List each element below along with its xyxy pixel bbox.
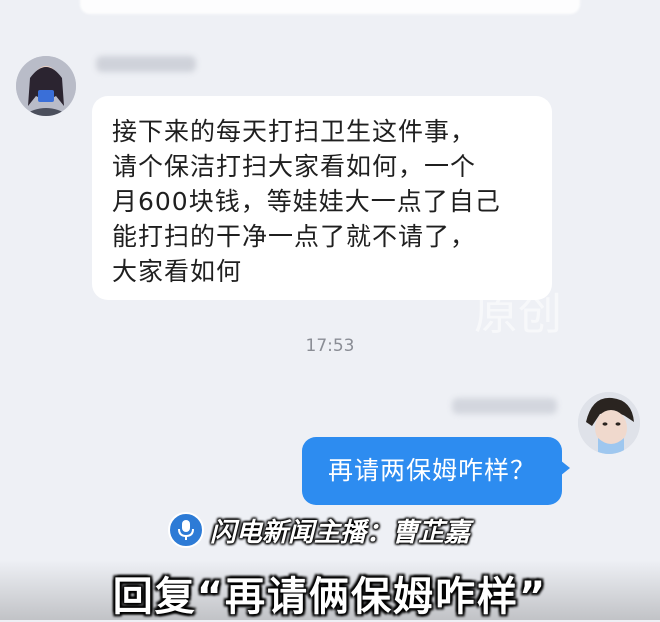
microphone-icon: [168, 512, 204, 548]
watermark-large-text: 原创: [474, 289, 562, 340]
outgoing-message-bubble[interactable]: 再请两保姆咋样？: [302, 437, 562, 505]
my-avatar-image: [578, 392, 640, 454]
message-timestamp: 17:53: [305, 336, 355, 356]
my-name: [452, 398, 557, 414]
my-avatar[interactable]: [578, 392, 640, 454]
incoming-message-text: 接下来的每天打扫卫生这件事， 请个保洁打扫大家看如何，一个 月600块钱，等娃娃…: [112, 117, 501, 286]
sender-name: [96, 56, 196, 72]
broadcaster-tag: 闪电新闻主播：曹芷嘉: [168, 510, 470, 550]
broadcaster-label: 闪电新闻主播：曹芷嘉: [210, 517, 471, 548]
incoming-message-bubble[interactable]: 接下来的每天打扫卫生这件事， 请个保洁打扫大家看如何，一个 月600块钱，等娃娃…: [92, 96, 552, 300]
outgoing-bubble-tail: [560, 460, 570, 476]
top-banner: [80, 0, 580, 14]
sender-avatar-image: [16, 56, 76, 116]
watermark: 原创: [462, 290, 562, 340]
sender-avatar[interactable]: [16, 56, 76, 116]
video-caption: 回复“再请俩保姆咋样”: [112, 574, 548, 620]
